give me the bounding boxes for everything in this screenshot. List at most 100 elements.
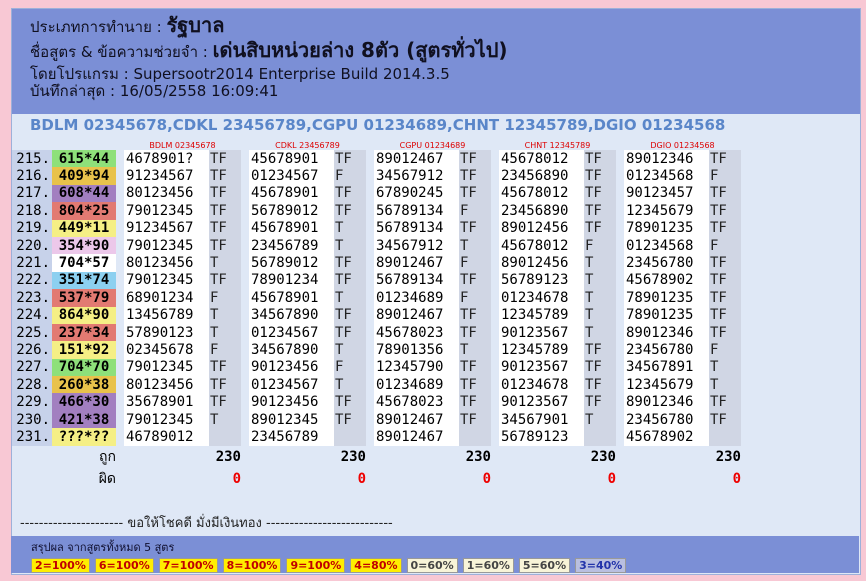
result-flag: TF: [584, 219, 616, 237]
digit-set: 34567912: [374, 236, 459, 255]
row-number: 215.: [12, 150, 52, 168]
result-flag: TF: [209, 167, 241, 185]
digit-set: 78901356: [374, 341, 459, 359]
digit-set: 56789123: [499, 428, 584, 446]
table-row: 227. 704*70 79012345 TF 90123456 F 12345790 TF 9…: [12, 358, 741, 377]
gap-cell: [241, 376, 249, 393]
gap-cell: [241, 289, 249, 306]
gap-cell: [491, 150, 499, 167]
stat-label: ถูก: [99, 448, 116, 465]
row-number: 224.: [12, 306, 52, 324]
result-flag: TF: [709, 202, 741, 220]
digit-set: 23456780: [624, 254, 709, 272]
summary-badge: 6=100%: [94, 558, 154, 573]
digit-set: 56789012: [249, 202, 334, 220]
result-flag: T: [209, 254, 241, 272]
gap-cell: [116, 468, 124, 490]
digit-set: 01234678: [499, 289, 584, 307]
result-flag: T: [209, 410, 241, 429]
result-flag: F: [709, 236, 741, 255]
gap-cell: [241, 167, 249, 184]
stat-row: ผิด 0 0 0 0 0: [12, 468, 741, 490]
summary-badge: 4=80%: [350, 558, 402, 573]
result-flag: TF: [584, 202, 616, 220]
digit-set: 12345679: [624, 376, 709, 394]
result-flag: TF: [709, 150, 741, 168]
table-row: 228. 260*38 80123456 TF 01234567 T 01234689 TF 0…: [12, 376, 741, 394]
gap-cell: [616, 341, 624, 358]
digit-set: 35678901: [124, 393, 209, 411]
digit-set: 68901234: [124, 289, 209, 307]
result-flag: TF: [709, 306, 741, 324]
table-row: 218. 804*25 79012345 TF 56789012 TF 56789134 F 2…: [12, 202, 741, 220]
gap-cell: [116, 237, 124, 254]
result-flag: TF: [709, 323, 741, 342]
table-row: 219. 449*11 91234567 TF 45678901 T 56789134 TF 8…: [12, 219, 741, 237]
digit-set: 79012345: [124, 358, 209, 377]
gap-cell: [616, 202, 624, 219]
gap-cell: [116, 150, 124, 167]
gap-cell: [616, 376, 624, 393]
digit-set: 45678012: [499, 150, 584, 168]
row-number: 227.: [12, 358, 52, 377]
summary-badge: 5=60%: [518, 558, 571, 573]
gap-cell: [366, 254, 374, 271]
result-flag: TF: [459, 150, 491, 168]
gap-cell: [491, 140, 499, 150]
column-header-row: BDLM 02345678 CDKL 23456789 CGPU 01234689 C…: [12, 140, 741, 150]
digit-set: 45678901: [249, 289, 334, 307]
table-row: 215. 615*44 4678901? TF 45678901 TF 89012467 TF…: [12, 150, 741, 168]
result-flag: T: [584, 323, 616, 342]
gap-cell: [116, 359, 124, 376]
digit-set: 56789134: [374, 202, 459, 220]
gap-cell: [241, 150, 249, 167]
digit-set: 45678012: [499, 236, 584, 255]
gap-cell: [616, 185, 624, 202]
table-row: 222. 351*74 79012345 TF 78901234 TF 56789134 TF…: [12, 271, 741, 290]
gap-cell: [366, 150, 374, 167]
summary-badges: 2=100% 6=100% 7=100% 8=100% 9=100% 4=80% 0=60%…: [11, 556, 859, 573]
gap-cell: [491, 446, 499, 468]
result-flag: [459, 428, 491, 446]
gap-cell: [366, 272, 374, 289]
gap-cell: [366, 359, 374, 376]
gap-cell: [241, 237, 249, 254]
name-label: ชื่อสูตร & ข้อความช่วยจำ :: [30, 43, 208, 61]
prediction-cell: 449*11: [52, 219, 116, 237]
blank-cell: [12, 140, 52, 150]
result-flag: TF: [334, 254, 366, 272]
digit-set: 89012467: [374, 410, 459, 429]
prediction-cell: 804*25: [52, 202, 116, 220]
result-flag: TF: [459, 184, 491, 203]
gap-cell: [366, 237, 374, 254]
row-number: 229.: [12, 393, 52, 411]
digit-set: 56789123: [499, 271, 584, 290]
digit-set: 23456780: [624, 341, 709, 359]
prediction-cell: 409*94: [52, 167, 116, 185]
digit-set: 56789134: [374, 219, 459, 237]
result-flag: TF: [709, 271, 741, 290]
result-flag: T: [584, 271, 616, 290]
result-flag: TF: [584, 167, 616, 185]
column-header: CHNT 12345789: [524, 140, 591, 150]
gap-cell: [241, 202, 249, 219]
row-number: 231.: [12, 428, 52, 446]
summary-badge: 9=100%: [286, 558, 346, 573]
stat-label: ผิด: [98, 470, 116, 487]
gap-cell: [366, 220, 374, 237]
result-flag: [584, 428, 616, 446]
digit-set: 78901235: [624, 289, 709, 307]
digit-set: 89012346: [624, 150, 709, 168]
gap-cell: [116, 393, 124, 410]
gap-cell: [491, 393, 499, 410]
table-row: 220. 354*90 79012345 TF 23456789 T 34567912 T 45…: [12, 236, 741, 255]
type-label: ประเภทการทำนาย :: [30, 18, 162, 36]
result-flag: TF: [334, 306, 366, 324]
gap-cell: [366, 376, 374, 393]
gap-cell: [366, 411, 374, 428]
result-flag: TF: [334, 410, 366, 429]
digit-set: 34567890: [249, 306, 334, 324]
digit-set: 89012456: [499, 254, 584, 272]
gap-cell: [616, 359, 624, 376]
gap-cell: [241, 393, 249, 410]
